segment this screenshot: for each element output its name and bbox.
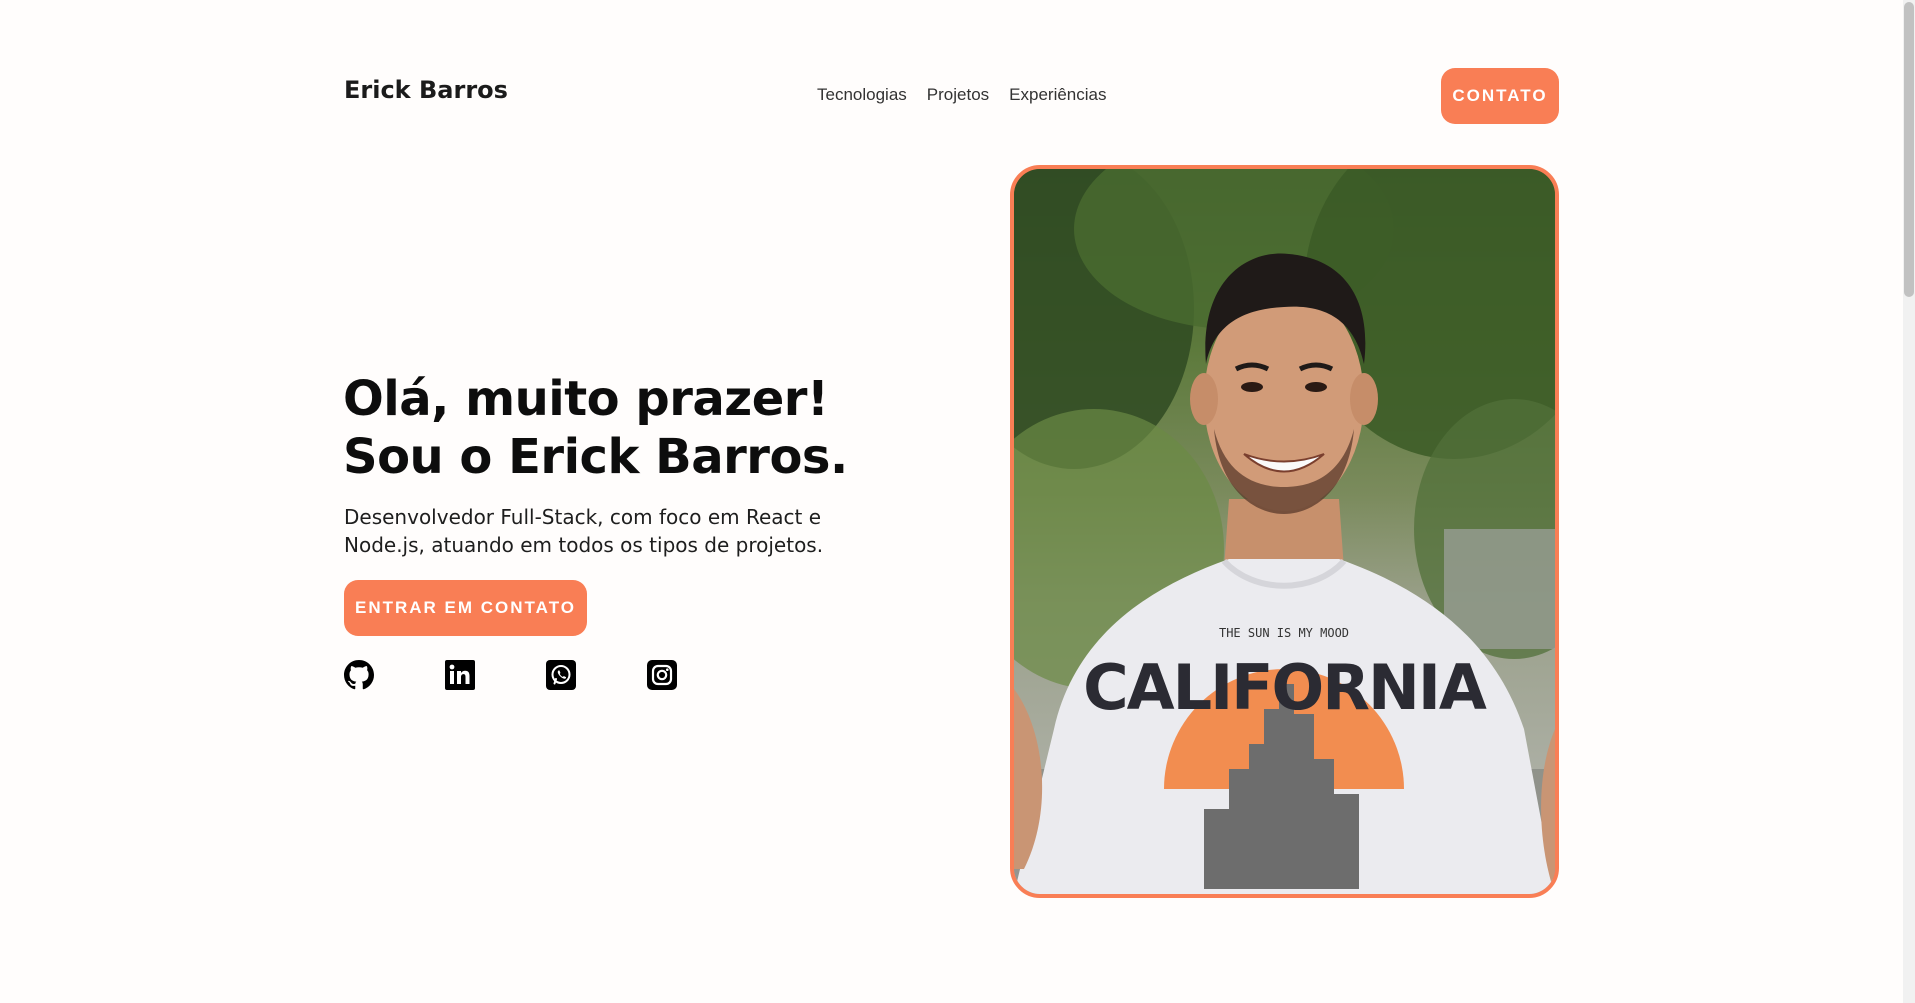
- shirt-top-text: THE SUN IS MY MOOD: [1219, 626, 1349, 640]
- hero-title-line-1: Olá, muito prazer!: [343, 371, 829, 427]
- page-scrollbar[interactable]: [1903, 0, 1915, 1003]
- contact-button[interactable]: CONTATO: [1441, 68, 1559, 124]
- scrollbar-thumb[interactable]: [1904, 2, 1914, 297]
- hero-title: Olá, muito prazer! Sou o Erick Barros.: [343, 370, 848, 486]
- main-nav: Tecnologias Projetos Experiências: [817, 85, 1106, 105]
- landing-page: Erick Barros Tecnologias Projetos Experi…: [0, 0, 1915, 1003]
- social-links: [343, 659, 677, 690]
- brand-logo[interactable]: Erick Barros: [344, 76, 508, 104]
- github-icon[interactable]: [343, 659, 374, 690]
- nav-link-experiencias[interactable]: Experiências: [1009, 85, 1106, 105]
- shirt-main-text: CALIFORNIA: [1083, 651, 1487, 724]
- hero-title-line-2: Sou o Erick Barros.: [343, 429, 848, 485]
- nav-link-tecnologias[interactable]: Tecnologias: [817, 85, 907, 105]
- nav-link-projetos[interactable]: Projetos: [927, 85, 989, 105]
- whatsapp-icon[interactable]: [545, 659, 576, 690]
- get-in-touch-button[interactable]: ENTRAR EM CONTATO: [344, 580, 587, 636]
- portrait-illustration: THE SUN IS MY MOOD CALIFORNIA: [1014, 169, 1555, 894]
- profile-photo: THE SUN IS MY MOOD CALIFORNIA: [1010, 165, 1559, 898]
- hero-subtitle: Desenvolvedor Full-Stack, com foco em Re…: [344, 505, 824, 557]
- instagram-icon[interactable]: [646, 659, 677, 690]
- linkedin-icon[interactable]: [444, 659, 475, 690]
